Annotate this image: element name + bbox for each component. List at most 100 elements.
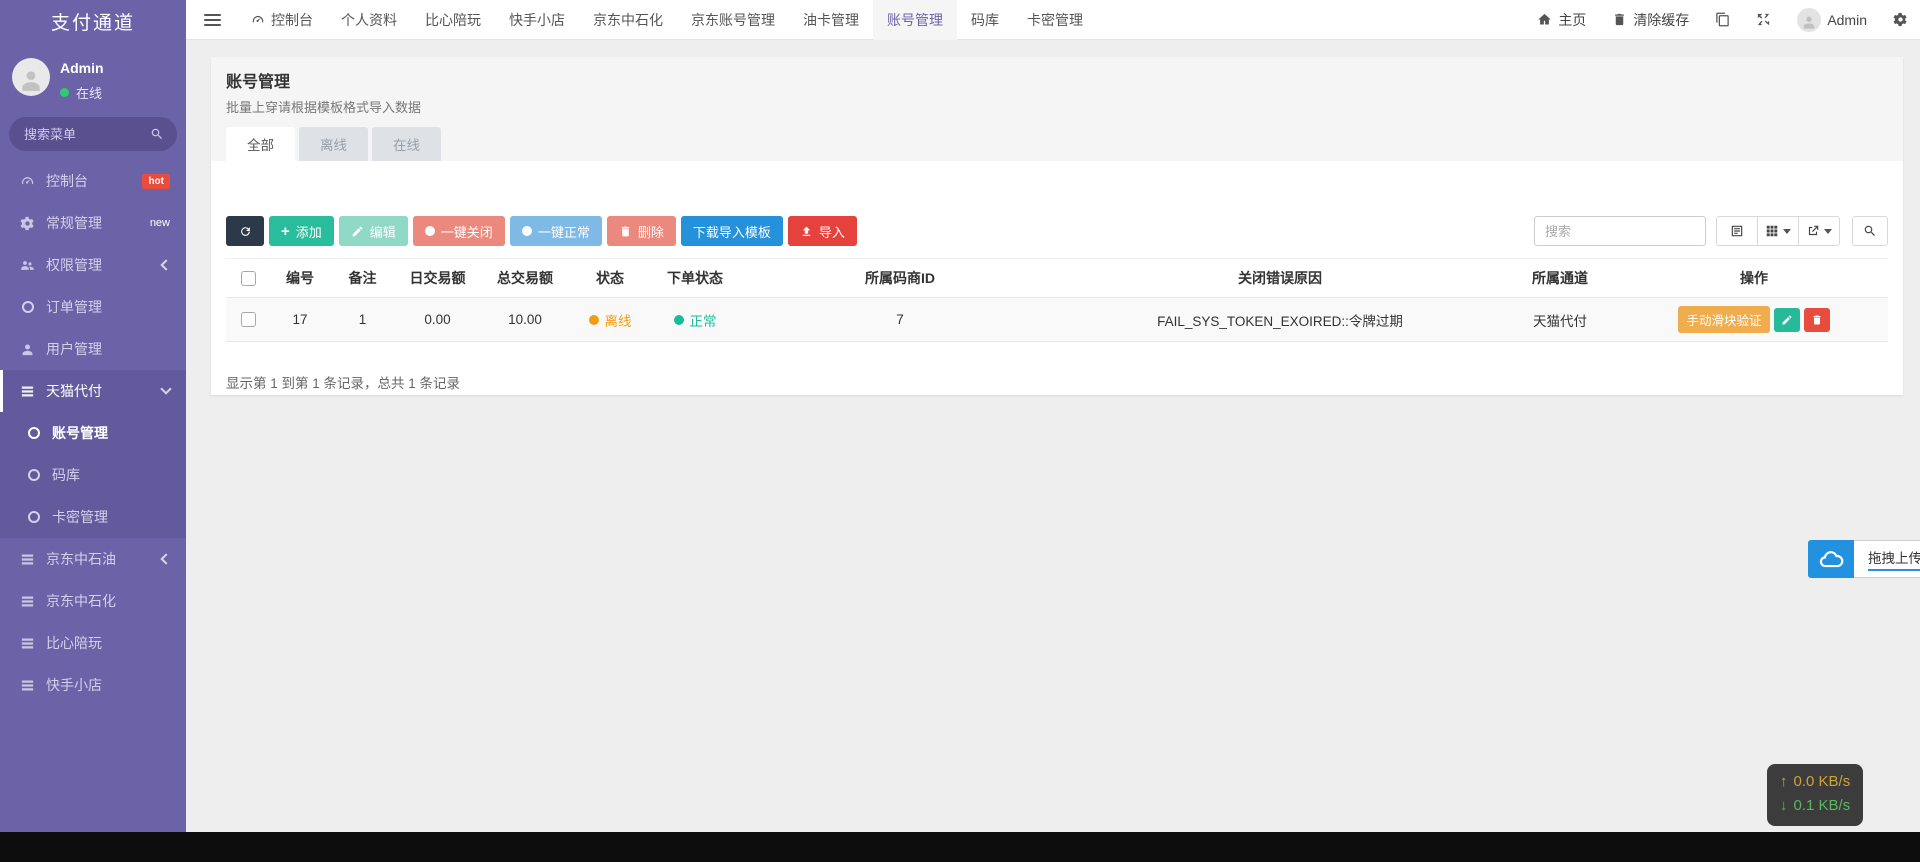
- user-menu[interactable]: Admin: [1797, 8, 1867, 32]
- cell-actions: 手动滑块验证: [1620, 298, 1888, 342]
- user-panel: Admin 在线: [0, 46, 186, 102]
- tab-account-management[interactable]: 账号管理: [873, 0, 957, 40]
- sidebar-item-kuaishou[interactable]: 快手小店: [0, 664, 186, 706]
- drag-upload-widget[interactable]: 拖拽上传: [1808, 540, 1920, 578]
- export-icon: [1806, 224, 1820, 238]
- sidebar-item-card-management[interactable]: 卡密管理: [0, 496, 186, 538]
- content: 账号管理 批量上穿请根据模板格式导入数据 全部 离线 在线: [186, 40, 1920, 832]
- clear-cache-button[interactable]: 清除缓存: [1612, 10, 1689, 30]
- sidebar-item-orders[interactable]: 订单管理: [0, 286, 186, 328]
- pencil-icon: [351, 225, 364, 238]
- cell-daily-amount: 0.00: [395, 298, 480, 342]
- user-status-label: 在线: [76, 83, 102, 102]
- filter-tab-online[interactable]: 在线: [372, 127, 441, 161]
- row-checkbox[interactable]: [241, 312, 256, 327]
- cell-merchant-id: 7: [740, 298, 1060, 342]
- manual-slider-verify-button[interactable]: 手动滑块验证: [1678, 306, 1769, 333]
- sidebar-item-users[interactable]: 用户管理: [0, 328, 186, 370]
- col-actions: 操作: [1620, 259, 1888, 298]
- sidebar-item-permissions[interactable]: 权限管理: [0, 244, 186, 286]
- sidebar-item-tmall-pay[interactable]: 天猫代付: [0, 370, 186, 412]
- refresh-button[interactable]: [226, 216, 264, 246]
- sidebar-item-code-library[interactable]: 码库: [0, 454, 186, 496]
- circle-icon: [25, 427, 42, 439]
- sidebar-item-label: 订单管理: [46, 297, 102, 317]
- copy-button[interactable]: [1715, 12, 1730, 27]
- table-search-input[interactable]: [1534, 216, 1706, 246]
- tab-dashboard[interactable]: 控制台: [237, 0, 327, 40]
- cogs-icon: [19, 216, 36, 231]
- delete-button[interactable]: 删除: [607, 216, 676, 246]
- toolbar: + 添加 编辑 一键关闭: [226, 216, 1888, 246]
- network-speed-widget: ↑0.0 KB/s ↓0.1 KB/s: [1767, 764, 1863, 826]
- list-icon: [19, 594, 36, 609]
- export-button[interactable]: [1798, 216, 1840, 246]
- hamburger-icon[interactable]: [204, 14, 221, 26]
- toolbar-right: [1534, 216, 1888, 246]
- sidebar-item-label: 比心陪玩: [46, 633, 102, 653]
- online-dot-icon: [60, 88, 69, 97]
- row-edit-button[interactable]: [1774, 308, 1800, 332]
- user-icon: [19, 342, 36, 357]
- tab-code-library[interactable]: 码库: [957, 0, 1013, 40]
- user-status: 在线: [60, 83, 104, 102]
- fullscreen-button[interactable]: [1756, 12, 1771, 27]
- tab-kuaishou[interactable]: 快手小店: [495, 0, 579, 40]
- columns-button[interactable]: [1757, 216, 1799, 246]
- filter-tab-offline[interactable]: 离线: [299, 127, 368, 161]
- tab-label: 卡密管理: [1027, 10, 1083, 30]
- col-id: 编号: [270, 259, 330, 298]
- new-badge: new: [150, 217, 170, 229]
- col-note: 备注: [330, 259, 395, 298]
- caret-down-icon: [1783, 229, 1791, 234]
- sidebar-item-jd-sinopec[interactable]: 京东中石化: [0, 580, 186, 622]
- tab-label: 京东账号管理: [691, 10, 775, 30]
- detail-view-button[interactable]: [1716, 216, 1758, 246]
- panel-head: 账号管理 批量上穿请根据模板格式导入数据: [211, 57, 1903, 116]
- import-button[interactable]: 导入: [788, 216, 857, 246]
- col-daily-amount: 日交易额: [395, 259, 480, 298]
- home-button[interactable]: 主页: [1537, 10, 1586, 30]
- tab-jd-sinopec[interactable]: 京东中石化: [579, 0, 677, 40]
- panel: 账号管理 批量上穿请根据模板格式导入数据 全部 离线 在线: [211, 57, 1903, 395]
- settings-button[interactable]: [1893, 12, 1908, 27]
- sidebar: 支付通道 Admin 在线: [0, 0, 186, 832]
- sidebar-item-general[interactable]: 常规管理 new: [0, 202, 186, 244]
- table-header-row: 编号 备注 日交易额 总交易额 状态 下单状态 所属码商ID 关闭错误原因 所属…: [226, 259, 1888, 298]
- add-button[interactable]: + 添加: [269, 216, 334, 246]
- avatar[interactable]: [12, 58, 50, 96]
- sidebar-item-account-management[interactable]: 账号管理: [0, 412, 186, 454]
- tab-oil-card[interactable]: 油卡管理: [789, 0, 873, 40]
- delete-label: 删除: [638, 222, 664, 241]
- tab-label: 账号管理: [887, 10, 943, 30]
- sidebar-item-jd-sinopec-oil[interactable]: 京东中石油: [0, 538, 186, 580]
- search-icon: [1863, 224, 1877, 238]
- download-template-button[interactable]: 下载导入模板: [681, 216, 783, 246]
- close-all-button[interactable]: 一键关闭: [413, 216, 505, 246]
- drag-upload-box[interactable]: 拖拽上传: [1854, 540, 1920, 578]
- download-speed: ↓0.1 KB/s: [1780, 794, 1850, 818]
- row-delete-button[interactable]: [1804, 308, 1830, 332]
- expand-icon: [1756, 12, 1771, 27]
- sidebar-item-bixin[interactable]: 比心陪玩: [0, 622, 186, 664]
- filter-tab-all[interactable]: 全部: [226, 127, 295, 161]
- upload-icon: [800, 225, 813, 238]
- trash-icon: [619, 225, 632, 238]
- tab-profile[interactable]: 个人资料: [327, 0, 411, 40]
- normal-all-button[interactable]: 一键正常: [510, 216, 602, 246]
- hot-badge: hot: [142, 174, 170, 189]
- main-area: 控制台 个人资料 比心陪玩 快手小店 京东中石化 京东账号管理 油卡管理 账号管…: [186, 0, 1920, 832]
- select-all-checkbox[interactable]: [241, 271, 256, 286]
- list-icon: [19, 636, 36, 651]
- tab-label: 控制台: [271, 10, 313, 30]
- tab-jd-account[interactable]: 京东账号管理: [677, 0, 789, 40]
- tachometer-icon: [251, 13, 265, 27]
- edit-button[interactable]: 编辑: [339, 216, 408, 246]
- sidebar-item-label: 账号管理: [52, 423, 108, 443]
- tab-bixin[interactable]: 比心陪玩: [411, 0, 495, 40]
- search-button[interactable]: [1852, 216, 1888, 246]
- tab-card-management[interactable]: 卡密管理: [1013, 0, 1097, 40]
- sidebar-item-dashboard[interactable]: 控制台 hot: [0, 160, 186, 202]
- cell-status: 离线: [570, 298, 650, 342]
- pencil-icon: [1781, 314, 1793, 326]
